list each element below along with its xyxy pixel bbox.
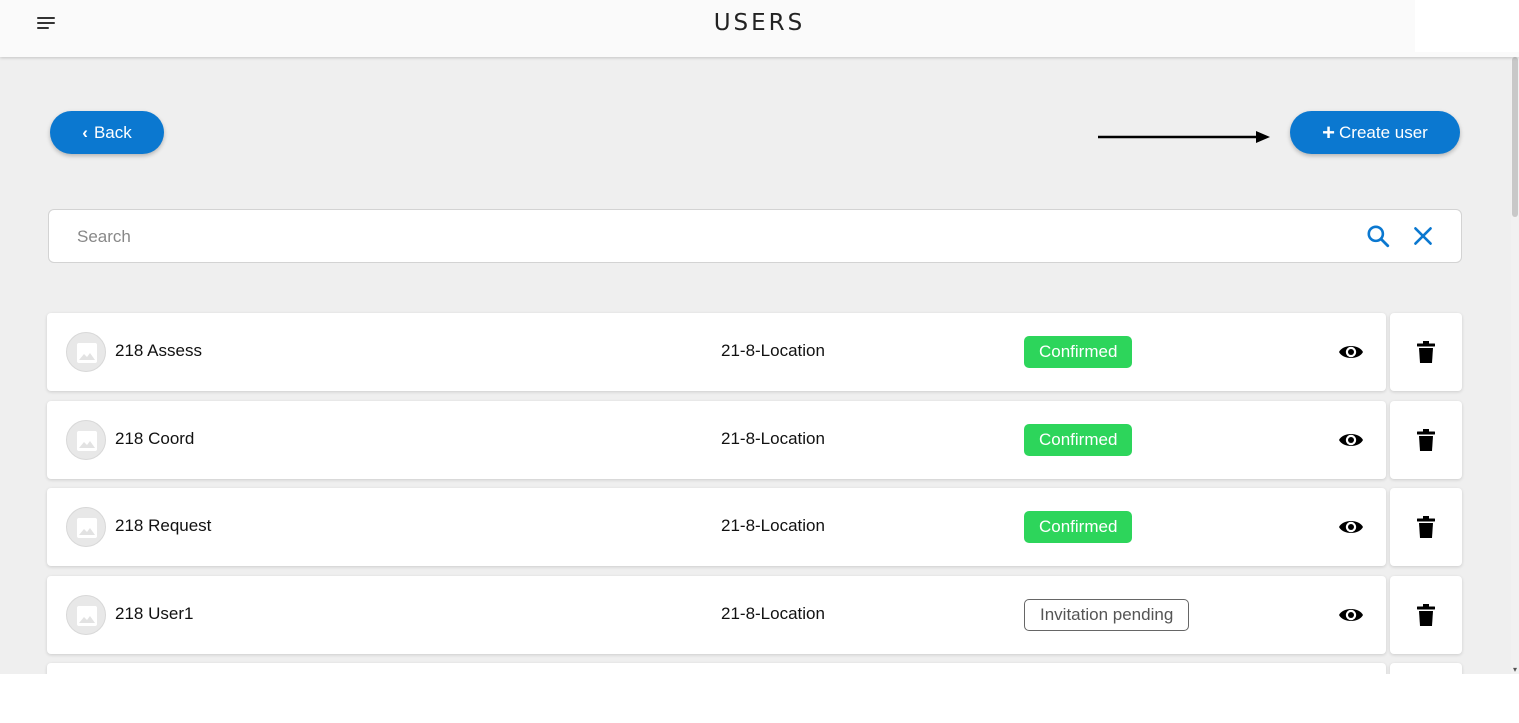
back-button[interactable]: ‹ Back	[50, 111, 164, 154]
trash-icon	[1416, 340, 1436, 364]
scrollbar[interactable]: ▾	[1511, 57, 1519, 674]
trash-icon	[1416, 603, 1436, 627]
user-name: 218 Assess	[115, 341, 202, 360]
page-title: USERS	[713, 10, 806, 36]
eye-icon[interactable]	[1337, 602, 1365, 628]
table-row[interactable]: 218 Coord 21-8-Location Confirmed	[47, 401, 1386, 479]
app-viewport: USERS ‹ Back + Create user 218 Assess 21-…	[0, 0, 1519, 674]
trash-icon	[1416, 428, 1436, 452]
plus-icon: +	[1322, 119, 1336, 145]
close-icon[interactable]	[1410, 223, 1436, 249]
user-location: 21-8-Location	[721, 341, 825, 360]
app-header: USERS	[0, 0, 1519, 57]
user-name: 218 Request	[115, 516, 212, 535]
eye-icon[interactable]	[1337, 339, 1365, 365]
avatar	[66, 332, 106, 372]
delete-button[interactable]	[1390, 576, 1462, 654]
page-bottom-blank	[0, 674, 1519, 723]
chevron-left-icon: ‹	[82, 122, 88, 142]
arrow-pointer	[1098, 131, 1270, 143]
create-user-button-label: Create user	[1339, 122, 1428, 142]
avatar	[66, 595, 106, 635]
search-input[interactable]	[77, 224, 1277, 250]
create-user-button[interactable]: + Create user	[1290, 111, 1460, 154]
scroll-down-icon[interactable]: ▾	[1511, 666, 1519, 674]
user-location: 21-8-Location	[721, 516, 825, 535]
trash-icon	[1416, 515, 1436, 539]
table-row[interactable]: 218 Request 21-8-Location Confirmed	[47, 488, 1386, 566]
delete-button-partial[interactable]	[1390, 663, 1462, 674]
delete-button[interactable]	[1390, 313, 1462, 391]
user-name: 218 User1	[115, 604, 194, 623]
table-row[interactable]: 218 Assess 21-8-Location Confirmed	[47, 313, 1386, 391]
user-location: 21-8-Location	[721, 604, 825, 623]
scrollbar-thumb[interactable]	[1512, 57, 1518, 217]
delete-button[interactable]	[1390, 488, 1462, 566]
search-icon[interactable]	[1365, 223, 1391, 249]
table-row-partial[interactable]	[47, 663, 1386, 674]
status-badge: Confirmed	[1024, 424, 1133, 456]
eye-icon[interactable]	[1337, 514, 1365, 540]
user-name: 218 Coord	[115, 429, 195, 448]
header-corner	[1415, 0, 1519, 52]
user-location: 21-8-Location	[721, 429, 825, 448]
search-bar	[48, 209, 1462, 263]
avatar	[66, 420, 106, 460]
eye-icon[interactable]	[1337, 427, 1365, 453]
status-badge: Confirmed	[1024, 511, 1133, 543]
table-row[interactable]: 218 User1 21-8-Location Invitation pending	[47, 576, 1386, 654]
status-badge: Confirmed	[1024, 336, 1133, 368]
avatar	[66, 507, 106, 547]
status-badge: Invitation pending	[1024, 599, 1190, 631]
delete-button[interactable]	[1390, 401, 1462, 479]
back-button-label: Back	[93, 122, 132, 142]
